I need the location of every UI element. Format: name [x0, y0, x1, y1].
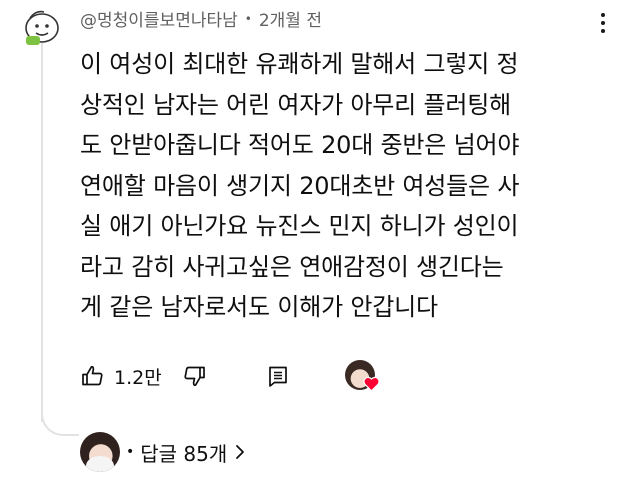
more-options-dot-icon [601, 13, 605, 17]
comment-text-line: 게 같은 남자로서도 이해가 안갑니다 [80, 293, 438, 321]
more-options-button[interactable] [591, 10, 615, 36]
creator-heart-badge [345, 356, 385, 396]
doodle-face-avatar-icon [25, 10, 59, 45]
chevron-right-icon [236, 445, 245, 459]
comment-text-line: 라고 감히 사귀고싶은 연애감정이 생긴다는 [80, 252, 504, 281]
comment-author-avatar[interactable] [20, 4, 64, 48]
dislike-button[interactable] [183, 356, 207, 396]
heart-icon [363, 376, 380, 392]
comment-text: 이 여성이 최대한 유쾌하게 말해서 그렇지 정 상적인 남자는 어린 여자가 … [80, 44, 620, 328]
view-replies-button[interactable]: • 답글 85개 [124, 436, 245, 468]
thumbs-down-icon [184, 366, 205, 387]
thumbs-up-icon [82, 365, 103, 386]
thread-curve [41, 398, 79, 436]
comment-text-line: 실 애기 아닌가요 뉴진스 민지 하니가 성인이 [80, 212, 519, 240]
comment-timestamp[interactable]: 2개월 전 [259, 6, 322, 31]
comment-text-line: 연애할 마음이 생기지 20대초반 여성들은 사 [80, 171, 520, 200]
comment-text-line: 도 안받아줍니다 적어도 20대 중반은 넘어야 [80, 131, 520, 159]
thread-line [41, 42, 43, 422]
more-options-dot-icon [601, 29, 605, 33]
reply-comment-icon [269, 366, 287, 387]
comment-meta: @멍청이를보면나타남 • 2개월 전 [80, 6, 322, 31]
reply-author-avatar [80, 432, 120, 472]
like-button[interactable]: 1.2만 [80, 356, 162, 396]
meta-separator: • [244, 11, 252, 26]
comment-actions: 1.2만 [80, 356, 640, 396]
comment-author-handle[interactable]: @멍청이를보면나타남 [80, 6, 238, 31]
reply-button[interactable] [266, 356, 290, 396]
like-count: 1.2만 [114, 366, 162, 389]
replies-count: 답글 85개 [140, 441, 228, 466]
replies-separator: • [126, 444, 135, 460]
comment-text-line: 이 여성이 최대한 유쾌하게 말해서 그렇지 정 [80, 50, 519, 78]
comment-text-line: 상적인 남자는 어린 여자가 아무리 플러팅해 [80, 90, 511, 119]
more-options-dot-icon [601, 21, 605, 25]
